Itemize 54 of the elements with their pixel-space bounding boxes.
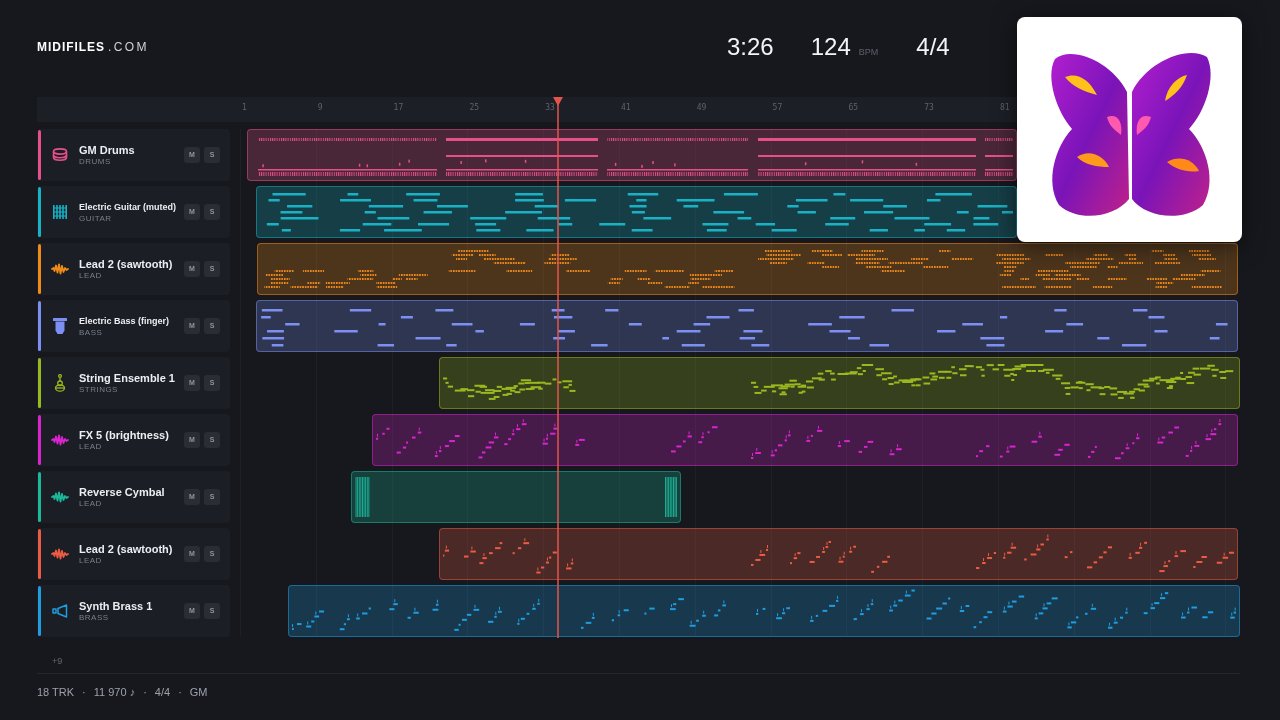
separator-dot: · xyxy=(82,686,86,699)
track-category: GUITAR xyxy=(79,213,113,224)
grid-icon xyxy=(52,204,68,220)
track-name: Electric Guitar (muted) xyxy=(79,200,177,214)
track-name: Lead 2 (sawtooth) xyxy=(79,542,173,556)
track-name: FX 5 (brightness) xyxy=(79,428,169,442)
separator-dot: · xyxy=(143,686,147,699)
timeline-ruler[interactable]: 1 9 17 25 33 41 49 57 65 73 81 xyxy=(37,97,1017,122)
bar-number: 81 xyxy=(999,103,1010,114)
track-name: Lead 2 (sawtooth) xyxy=(79,257,173,271)
tempo-value: 124 xyxy=(810,32,851,62)
track-category: BRASS xyxy=(79,612,110,623)
track-category: DRUMS xyxy=(79,156,112,167)
track-category: BASS xyxy=(79,327,104,338)
status-text: 18 TRK xyxy=(37,686,75,699)
bar-number: 49 xyxy=(696,103,707,114)
waveform-icon xyxy=(51,548,69,560)
bar-number: 73 xyxy=(924,103,934,114)
drum-icon xyxy=(52,148,68,162)
waveform-icon xyxy=(51,491,69,503)
playhead-marker[interactable] xyxy=(553,97,564,638)
status-text: GM xyxy=(189,686,208,699)
logo-wordmark: MIDIFILES xyxy=(37,39,105,56)
waveform-icon xyxy=(51,263,69,275)
waveform-icon xyxy=(51,434,69,446)
time-signature: 4/4 xyxy=(916,32,950,62)
track-name: GM Drums xyxy=(79,143,135,157)
bar-number: 57 xyxy=(772,103,783,114)
track-category: LEAD xyxy=(79,441,103,452)
track-name: Reverse Cymbal xyxy=(79,485,165,499)
bar-number: 1 xyxy=(242,103,247,114)
tempo-unit: BPM xyxy=(858,46,879,59)
bar-number: 9 xyxy=(317,103,323,114)
logo-domain: .COM xyxy=(108,39,149,56)
track-category: LEAD xyxy=(79,498,103,509)
track-name: Synth Brass 1 xyxy=(79,599,153,613)
bar-number: 33 xyxy=(545,103,555,114)
status-text: 11 970 ♪ xyxy=(93,686,136,699)
horn-icon xyxy=(52,604,68,618)
status-text: 4/4 xyxy=(154,686,171,699)
violin-icon xyxy=(53,374,67,392)
track-category: STRINGS xyxy=(79,384,119,395)
bar-number: 65 xyxy=(848,103,858,114)
bar-number: 25 xyxy=(469,103,480,114)
song-duration: 3:26 xyxy=(727,32,774,62)
bar-number: 17 xyxy=(393,103,404,114)
track-category: LEAD xyxy=(79,555,103,566)
t-block-icon xyxy=(53,318,67,334)
track-name: Electric Bass (finger) xyxy=(79,314,170,328)
separator-dot: · xyxy=(178,686,182,699)
bar-number: 41 xyxy=(621,103,631,114)
track-category: LEAD xyxy=(79,270,103,281)
track-name: String Ensemble 1 xyxy=(79,371,175,385)
more-tracks-count: +9 xyxy=(52,656,63,666)
